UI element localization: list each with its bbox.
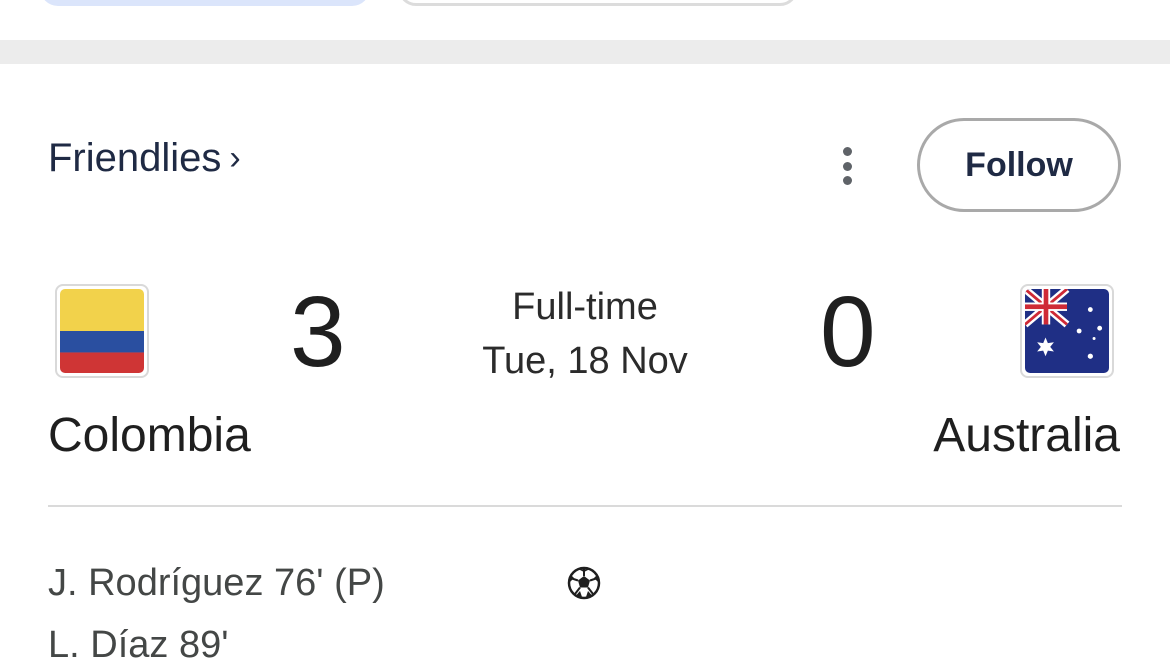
more-vert-icon-dot [842, 176, 852, 185]
away-team-name[interactable]: Australia [933, 408, 1120, 463]
match-date: Tue, 18 Nov [482, 340, 688, 382]
home-score: 3 [290, 276, 346, 388]
status-label: Full-time [512, 286, 658, 328]
goal-scorer-item: J. Rodríguez 76' (P) [48, 562, 385, 604]
filter-chip-selected[interactable] [40, 0, 370, 6]
competition-link[interactable]: Friendlies › [48, 136, 241, 181]
home-team-name[interactable]: Colombia [48, 408, 251, 463]
competition-label: Friendlies [48, 136, 222, 180]
chevron-right-icon: › [229, 139, 241, 177]
soccer-ball-icon [567, 566, 601, 600]
colombia-flag-icon[interactable] [55, 284, 149, 378]
top-chip-strip [0, 0, 1170, 40]
section-separator [0, 40, 1170, 64]
australia-flag-icon[interactable] [1020, 284, 1114, 378]
filter-chip[interactable] [398, 0, 798, 6]
away-score: 0 [820, 276, 876, 388]
goal-scorer-item: L. Díaz 89' [48, 624, 229, 666]
follow-button[interactable]: Follow [917, 118, 1121, 212]
more-vert-icon-dot [842, 161, 852, 171]
match-status[interactable]: Full-time Tue, 18 Nov [430, 280, 740, 388]
divider [48, 505, 1122, 507]
more-vert-icon-dot [842, 147, 852, 156]
more-options-button[interactable] [830, 143, 864, 189]
